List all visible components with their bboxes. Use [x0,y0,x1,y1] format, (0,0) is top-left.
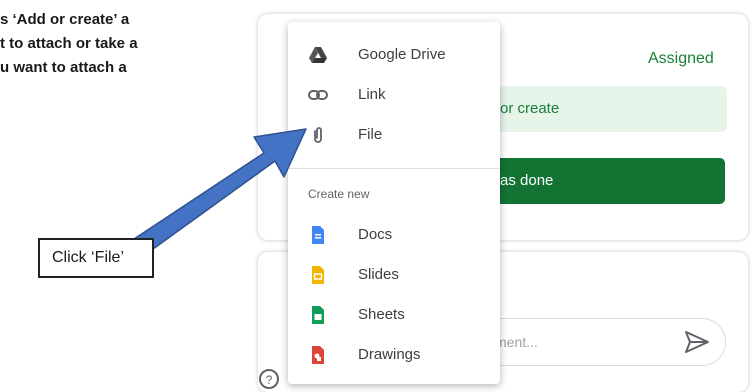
comment-placeholder: ment... [495,334,538,350]
assigned-status: Assigned [648,50,714,67]
paperclip-icon [314,127,322,143]
drawings-icon [312,346,324,364]
menu-label-link: Link [358,86,386,103]
menu-label-docs: Docs [358,226,393,243]
slides-icon [312,266,324,284]
instruction-line-2: t to attach or take a [0,35,138,52]
link-icon [308,90,328,100]
instruction-line-1: s ‘Add or create’ a [0,11,130,28]
menu-item-link[interactable]: Link [288,76,500,114]
instruction-text: s ‘Add or create’ a t to attach or take … [0,8,245,80]
mark-as-done-label: as done [500,172,554,189]
menu-item-slides[interactable]: Slides [288,256,500,294]
add-or-create-button[interactable]: or create [462,86,727,132]
docs-icon [312,226,324,244]
menu-divider [288,168,500,169]
sheets-icon [312,306,324,324]
send-icon[interactable] [684,330,710,354]
add-or-create-label: or create [500,100,560,117]
mark-as-done-button[interactable]: as done [462,158,725,204]
create-new-heading: Create new [308,187,370,201]
click-file-callout: Click ‘File’ [38,238,154,278]
add-or-create-menu: Google Drive Link File Create new Docs S… [288,22,500,384]
menu-label-slides: Slides [358,266,399,283]
menu-label-google-drive: Google Drive [358,46,446,63]
menu-item-sheets[interactable]: Sheets [288,296,500,334]
menu-item-drawings[interactable]: Drawings [288,336,500,374]
instruction-line-3: u want to attach a [0,59,127,76]
menu-item-file[interactable]: File [288,116,500,154]
menu-item-docs[interactable]: Docs [288,216,500,254]
menu-label-drawings: Drawings [358,346,421,363]
callout-text: Click ‘File’ [52,249,124,266]
menu-label-file: File [358,126,383,143]
svg-text:?: ? [266,373,273,387]
menu-label-sheets: Sheets [358,306,405,323]
menu-item-google-drive[interactable]: Google Drive [288,36,500,74]
google-drive-icon [309,47,327,63]
